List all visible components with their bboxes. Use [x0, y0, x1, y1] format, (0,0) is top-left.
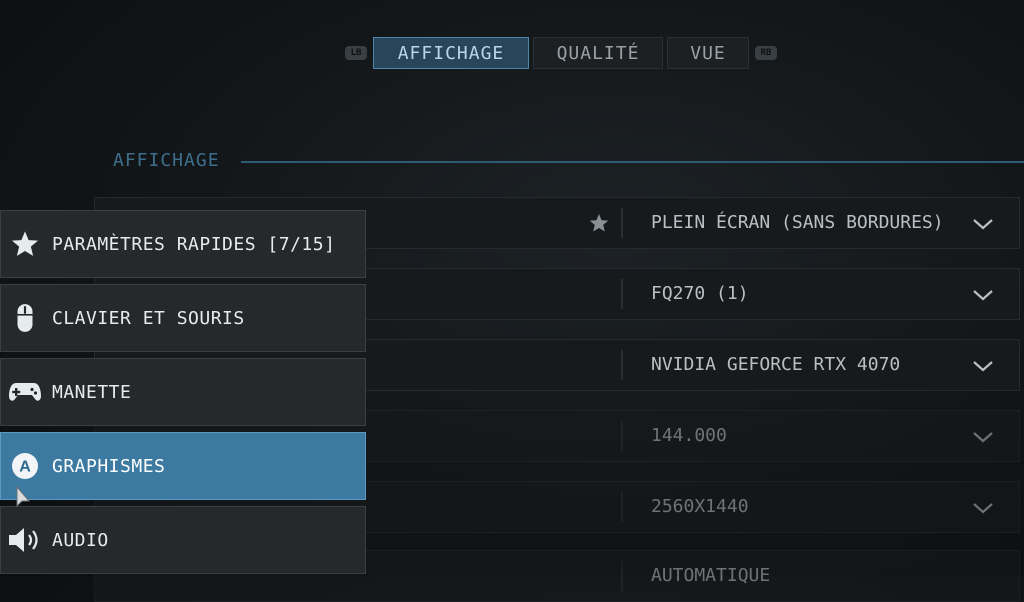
- row-divider: [621, 561, 623, 591]
- menu-item-label: GRAPHISMES: [52, 455, 166, 477]
- cursor-icon: [16, 486, 30, 508]
- menu-item-audio[interactable]: AUDIO: [0, 506, 366, 574]
- gamepad-icon: [8, 375, 42, 409]
- tab-affichage[interactable]: AFFICHAGE: [373, 37, 529, 69]
- setting-value: 144.000: [651, 425, 727, 446]
- menu-item-controller[interactable]: MANETTE: [0, 358, 366, 426]
- menu-item-keyboard-mouse[interactable]: CLAVIER ET SOURIS: [0, 284, 366, 352]
- mouse-icon: [8, 301, 42, 335]
- setting-value: NVIDIA GEFORCE RTX 4070: [651, 354, 901, 375]
- row-divider: [621, 492, 623, 522]
- row-divider: [621, 208, 623, 238]
- section-divider: [241, 161, 1024, 163]
- setting-value: 2560X1440: [651, 496, 749, 517]
- menu-item-label: PARAMÈTRES RAPIDES [7/15]: [52, 233, 336, 255]
- chevron-down-icon[interactable]: [971, 354, 995, 378]
- star-icon: [8, 227, 42, 261]
- row-divider: [621, 279, 623, 309]
- chevron-down-icon[interactable]: [971, 283, 995, 307]
- star-icon[interactable]: [589, 213, 609, 233]
- row-divider: [621, 350, 623, 380]
- chevron-down-icon[interactable]: [971, 425, 995, 449]
- tab-vue[interactable]: VUE: [667, 37, 749, 69]
- section-title: AFFICHAGE: [113, 150, 220, 171]
- menu-item-graphics[interactable]: A GRAPHISMES: [0, 432, 366, 500]
- menu-item-label: CLAVIER ET SOURIS: [52, 307, 245, 329]
- tab-qualite[interactable]: QUALITÉ: [533, 37, 663, 69]
- a-button-icon: A: [8, 449, 42, 483]
- menu-item-label: AUDIO: [52, 529, 109, 551]
- chevron-down-icon[interactable]: [971, 212, 995, 236]
- setting-value: FQ270 (1): [651, 283, 749, 304]
- svg-text:A: A: [19, 459, 31, 476]
- menu-item-label: MANETTE: [52, 381, 132, 403]
- menu-item-quick-settings[interactable]: PARAMÈTRES RAPIDES [7/15]: [0, 210, 366, 278]
- rb-button-hint: RB: [755, 46, 777, 60]
- row-divider: [621, 421, 623, 451]
- lb-button-hint: LB: [345, 46, 367, 60]
- speaker-icon: [8, 523, 42, 557]
- setting-value: PLEIN ÉCRAN (SANS BORDURES): [651, 212, 944, 233]
- chevron-down-icon[interactable]: [971, 496, 995, 520]
